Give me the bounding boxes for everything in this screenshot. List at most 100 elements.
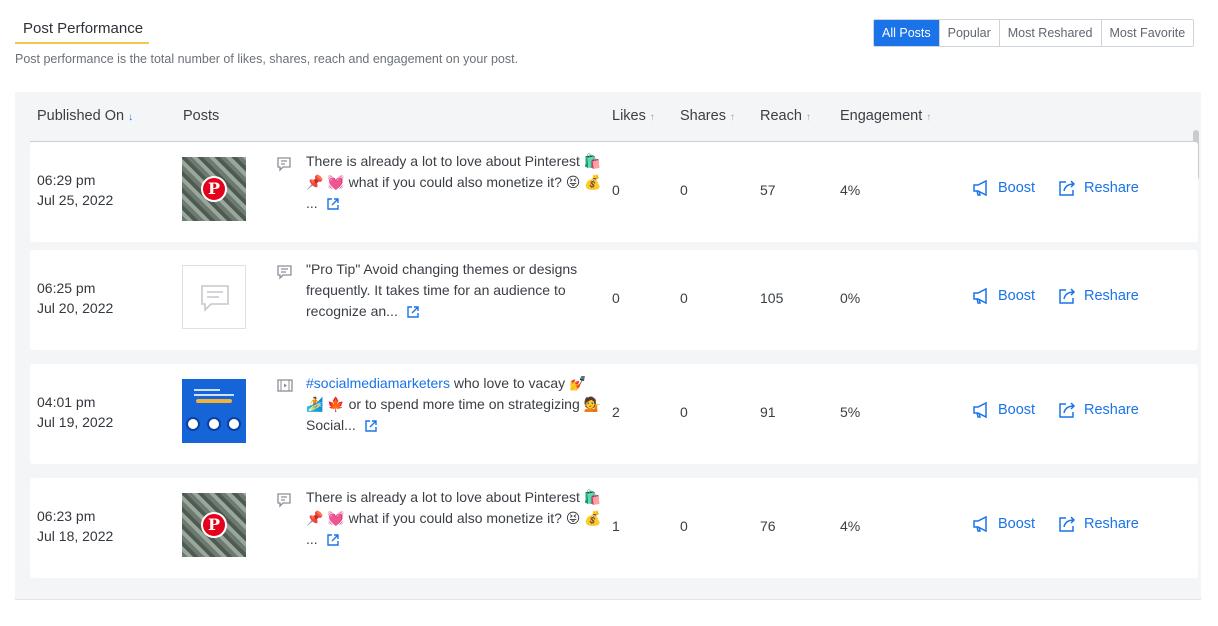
pinterest-logo-icon: P bbox=[201, 512, 227, 538]
graphic-line bbox=[194, 394, 234, 396]
graphic-circle bbox=[227, 417, 241, 431]
reshare-button[interactable]: Reshare bbox=[1058, 287, 1139, 305]
graphic-bar bbox=[196, 399, 232, 403]
boost-button[interactable]: Boost bbox=[972, 401, 1035, 419]
megaphone-icon bbox=[973, 287, 987, 305]
post-date: Jul 25, 2022 bbox=[37, 192, 114, 208]
column-published-on[interactable]: Published On ↓ bbox=[37, 108, 133, 124]
text-image-post-icon bbox=[277, 493, 291, 508]
column-label: Likes bbox=[612, 108, 646, 124]
post-time: 06:25 pm bbox=[37, 280, 96, 296]
column-posts: Posts bbox=[183, 108, 220, 124]
post-thumbnail[interactable]: P bbox=[182, 493, 246, 557]
pinterest-logo-icon: P bbox=[201, 176, 227, 202]
filter-most-favorite[interactable]: Most Favorite bbox=[1100, 20, 1194, 46]
post-thumbnail[interactable] bbox=[182, 265, 246, 329]
text-post-icon bbox=[277, 265, 292, 280]
post-text-body: "Pro Tip" Avoid changing themes or desig… bbox=[306, 261, 578, 319]
filter-most-reshared[interactable]: Most Reshared bbox=[998, 20, 1101, 46]
post-time: 06:23 pm bbox=[37, 508, 96, 524]
column-label: Engagement bbox=[840, 108, 923, 124]
post-text: There is already a lot to love about Pin… bbox=[306, 487, 606, 550]
boost-label: Boost bbox=[998, 180, 1036, 196]
filter-tabs: All Posts Popular Most Reshared Most Fav… bbox=[873, 19, 1195, 47]
table-header: Published On ↓ Posts Likes ↑ Shares ↑ Reach… bbox=[30, 92, 1198, 142]
reshare-label: Reshare bbox=[1084, 516, 1139, 532]
reach-value: 57 bbox=[760, 182, 776, 198]
reshare-icon bbox=[1059, 288, 1076, 304]
reshare-icon bbox=[1059, 516, 1076, 532]
boost-button[interactable]: Boost bbox=[972, 287, 1035, 305]
graphic-circle bbox=[207, 417, 221, 431]
reshare-icon bbox=[1059, 402, 1076, 418]
post-thumbnail[interactable]: P bbox=[182, 157, 246, 221]
likes-value: 0 bbox=[612, 290, 620, 306]
comment-placeholder-icon bbox=[201, 285, 229, 312]
published-date: 04:01 pm Jul 19, 2022 bbox=[37, 392, 113, 432]
sort-down-icon: ↓ bbox=[128, 112, 134, 123]
external-link-icon[interactable] bbox=[326, 533, 340, 547]
post-date: Jul 19, 2022 bbox=[37, 414, 114, 430]
sort-up-icon: ↑ bbox=[805, 112, 811, 123]
shares-value: 0 bbox=[680, 404, 688, 420]
text-image-post-icon bbox=[277, 157, 291, 172]
column-engagement[interactable]: Engagement ↑ bbox=[840, 108, 931, 124]
graphic-line bbox=[194, 389, 220, 391]
table-row: 04:01 pm Jul 19, 2022 #socialmediamarket… bbox=[30, 364, 1198, 464]
post-text-body: There is already a lot to love about Pin… bbox=[306, 489, 602, 547]
column-shares[interactable]: Shares ↑ bbox=[680, 108, 735, 124]
post-date: Jul 20, 2022 bbox=[37, 300, 114, 316]
megaphone-icon bbox=[973, 515, 987, 533]
engagement-value: 0% bbox=[840, 290, 861, 306]
engagement-value: 4% bbox=[840, 518, 861, 534]
column-label: Published On bbox=[37, 108, 125, 124]
reshare-button[interactable]: Reshare bbox=[1058, 401, 1139, 419]
post-hashtag[interactable]: #socialmediamarketers bbox=[306, 375, 450, 391]
boost-label: Boost bbox=[998, 288, 1036, 304]
column-label: Shares bbox=[680, 108, 726, 124]
post-thumbnail[interactable] bbox=[182, 379, 246, 443]
reshare-button[interactable]: Reshare bbox=[1058, 515, 1139, 533]
post-table: Published On ↓ Posts Likes ↑ Shares ↑ Reach… bbox=[15, 92, 1201, 600]
filter-popular[interactable]: Popular bbox=[938, 20, 999, 46]
reach-value: 76 bbox=[760, 518, 776, 534]
table-row: 06:25 pm Jul 20, 2022 "Pro Tip" Avoid ch… bbox=[30, 250, 1198, 350]
boost-button[interactable]: Boost bbox=[972, 179, 1035, 197]
sort-up-icon: ↑ bbox=[926, 112, 932, 123]
published-date: 06:25 pm Jul 20, 2022 bbox=[37, 278, 113, 318]
likes-value: 1 bbox=[612, 518, 620, 534]
reshare-label: Reshare bbox=[1084, 402, 1139, 418]
reshare-icon bbox=[1059, 180, 1076, 196]
sort-up-icon: ↑ bbox=[729, 112, 735, 123]
boost-label: Boost bbox=[998, 516, 1036, 532]
external-link-icon[interactable] bbox=[406, 305, 420, 319]
post-text: There is already a lot to love about Pin… bbox=[306, 151, 606, 214]
boost-button[interactable]: Boost bbox=[972, 515, 1035, 533]
post-text-body: There is already a lot to love about Pin… bbox=[306, 153, 602, 211]
tab-post-performance[interactable]: Post Performance bbox=[15, 16, 149, 44]
post-time: 06:29 pm bbox=[37, 172, 96, 188]
post-text: #socialmediamarketers who love to vacay … bbox=[306, 373, 606, 436]
external-link-icon[interactable] bbox=[326, 197, 340, 211]
reach-value: 105 bbox=[760, 290, 784, 306]
post-date: Jul 18, 2022 bbox=[37, 528, 114, 544]
boost-label: Boost bbox=[998, 402, 1036, 418]
column-label: Reach bbox=[760, 108, 802, 124]
external-link-icon[interactable] bbox=[364, 419, 378, 433]
filter-all-posts[interactable]: All Posts bbox=[874, 20, 939, 46]
table-row: 06:29 pm Jul 25, 2022 P There is already… bbox=[30, 142, 1198, 242]
engagement-value: 4% bbox=[840, 182, 861, 198]
shares-value: 0 bbox=[680, 290, 688, 306]
reshare-button[interactable]: Reshare bbox=[1058, 179, 1139, 197]
reshare-label: Reshare bbox=[1084, 180, 1139, 196]
shares-value: 0 bbox=[680, 518, 688, 534]
post-time: 04:01 pm bbox=[37, 394, 96, 410]
reshare-label: Reshare bbox=[1084, 288, 1139, 304]
video-post-icon bbox=[277, 379, 293, 392]
likes-value: 0 bbox=[612, 182, 620, 198]
column-likes[interactable]: Likes ↑ bbox=[612, 108, 655, 124]
column-reach[interactable]: Reach ↑ bbox=[760, 108, 811, 124]
published-date: 06:29 pm Jul 25, 2022 bbox=[37, 170, 113, 210]
engagement-value: 5% bbox=[840, 404, 861, 420]
published-date: 06:23 pm Jul 18, 2022 bbox=[37, 506, 113, 546]
